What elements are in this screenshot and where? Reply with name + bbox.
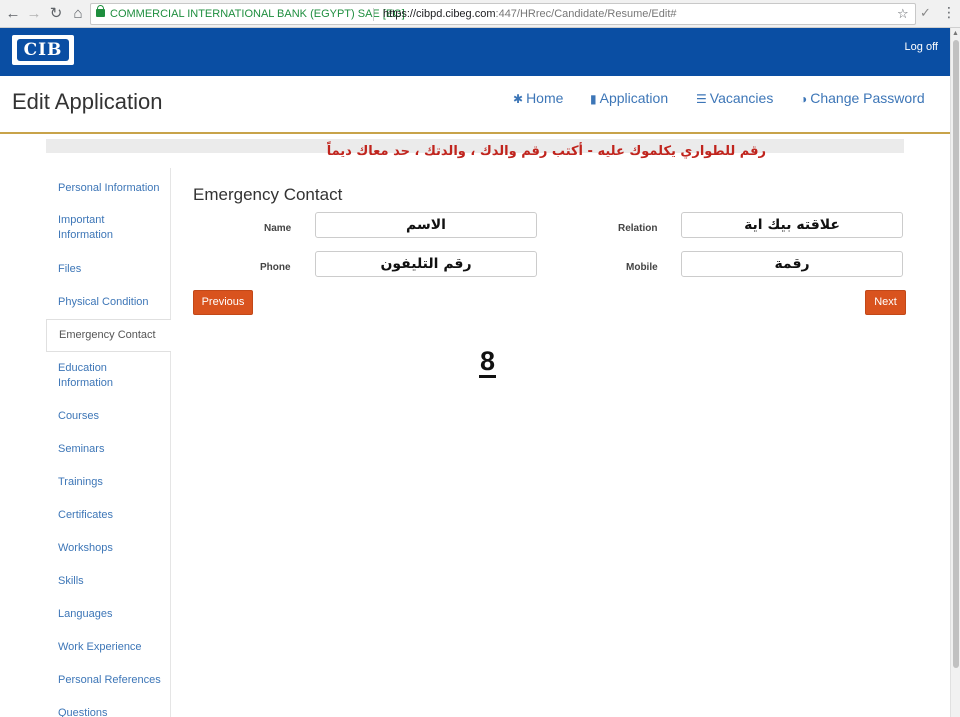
cib-logo[interactable]: CIB <box>12 35 74 65</box>
sidebar-item-personal-information[interactable]: Personal Information <box>46 181 171 196</box>
site-identity: COMMERCIAL INTERNATIONAL BANK (EGYPT) SA… <box>110 8 405 20</box>
sidebar-item-trainings[interactable]: Trainings <box>46 475 171 490</box>
logo-mark: CIB <box>17 39 69 61</box>
nav-vacancies-link[interactable]: ☰ Vacancies <box>696 90 773 106</box>
sidebar-item-workshops[interactable]: Workshops <box>46 541 171 556</box>
url-host: https://cibpd.cibeg.com <box>383 8 496 20</box>
sidebar-item-seminars[interactable]: Seminars <box>46 442 171 457</box>
sidebar-item-certificates[interactable]: Certificates <box>46 508 171 523</box>
sidebar-item-questions[interactable]: Questions <box>46 706 171 717</box>
sidebar-item-education-information[interactable]: Education Information <box>46 361 136 391</box>
notice-text: رقم للطواري يكلموك عليه - أكتب رقم والدك… <box>326 144 766 159</box>
sidebar-item-physical-condition[interactable]: Physical Condition <box>46 295 171 310</box>
page-title: Edit Application <box>12 89 163 114</box>
address-bar[interactable]: COMMERCIAL INTERNATIONAL BANK (EGYPT) SA… <box>90 3 916 25</box>
nav-vacancies-label: Vacancies <box>709 90 774 106</box>
lock-icon <box>96 5 105 17</box>
list-icon: ☰ <box>696 92 707 106</box>
logoff-link[interactable]: Log off <box>905 41 938 53</box>
nav-change-password-link[interactable]: ◑ Change Password <box>800 90 925 106</box>
section-title: Emergency Contact <box>193 185 343 204</box>
nav-change-password-label: Change Password <box>810 90 925 106</box>
relation-label: Relation <box>618 223 658 234</box>
sidebar-item-skills[interactable]: Skills <box>46 574 171 589</box>
scroll-up-icon[interactable]: ▲ <box>952 30 959 37</box>
document-icon: ▮ <box>590 92 597 106</box>
browser-menu-icon[interactable]: ⋮ <box>942 4 956 21</box>
url-text: https://cibpd.cibeg.com:447/HRrec/Candid… <box>383 4 677 24</box>
home-icon[interactable]: ⌂ <box>68 4 88 24</box>
sidebar-nav: Personal Information Important Informati… <box>46 168 171 717</box>
gear-icon: ✱ <box>513 92 524 106</box>
name-input[interactable]: الاسم <box>315 212 537 238</box>
sidebar-item-emergency-contact[interactable]: Emergency Contact <box>46 319 171 352</box>
contrast-icon: ◑ <box>800 92 808 106</box>
address-separator <box>373 8 374 21</box>
previous-button[interactable]: Previous <box>193 290 253 315</box>
extension-check-icon[interactable]: ✓ <box>920 5 931 21</box>
scrollbar-thumb[interactable] <box>953 40 959 668</box>
phone-input[interactable]: رقم التليفون <box>315 251 537 277</box>
relation-input[interactable]: علاقته بيك اية <box>681 212 903 238</box>
sidebar-item-work-experience[interactable]: Work Experience <box>46 640 171 655</box>
back-arrow-icon[interactable]: ← <box>3 4 23 24</box>
sidebar-item-files[interactable]: Files <box>46 262 171 277</box>
next-button[interactable]: Next <box>865 290 906 315</box>
nav-application-link[interactable]: ▮ Application <box>590 90 668 106</box>
page-header: Edit Application ✱ Home ▮ Application ☰ Vac… <box>0 76 950 134</box>
phone-label: Phone <box>260 262 291 273</box>
site-banner: CIB Log off <box>0 28 950 76</box>
sidebar-item-personal-references[interactable]: Personal References <box>46 673 171 688</box>
nav-home-link[interactable]: ✱ Home <box>513 90 563 106</box>
sidebar-item-important-information[interactable]: Important Information <box>46 213 136 243</box>
nav-home-label: Home <box>526 90 564 106</box>
nav-application-label: Application <box>599 90 669 106</box>
step-number-annotation: 8 <box>479 346 497 378</box>
reload-icon[interactable]: ↻ <box>46 4 66 24</box>
forward-arrow-icon[interactable]: → <box>24 4 44 24</box>
sidebar-item-languages[interactable]: Languages <box>46 607 171 622</box>
mobile-input[interactable]: رقمة <box>681 251 903 277</box>
url-path: :447/HRrec/Candidate/Resume/Edit# <box>495 8 677 20</box>
mobile-label: Mobile <box>626 262 658 273</box>
sidebar-item-courses[interactable]: Courses <box>46 409 171 424</box>
browser-toolbar: ← → ↻ ⌂ COMMERCIAL INTERNATIONAL BANK (E… <box>0 0 960 28</box>
page-scrollbar[interactable]: ▲ <box>950 28 960 717</box>
name-label: Name <box>264 223 292 234</box>
bookmark-star-icon[interactable]: ☆ <box>897 4 909 24</box>
